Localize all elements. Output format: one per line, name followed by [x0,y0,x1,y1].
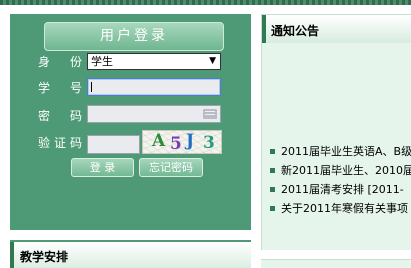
student-id-label: 学 号 [38,81,82,95]
notice-item[interactable]: 2011届清考安排 [2011- [269,180,411,199]
notice-item[interactable]: 关于2011年寒假有关事项 [269,199,411,218]
captcha-char: A [152,131,166,151]
virtual-keyboard-icon[interactable] [203,109,217,119]
captcha-input[interactable] [87,135,140,154]
teaching-arrangement-title: 教学安排 [20,250,69,264]
bullet-icon [270,168,275,173]
identity-select[interactable]: 学生 ▼ [87,53,221,70]
section-marker [10,242,14,268]
captcha-char: J [186,131,195,151]
captcha-label: 验证码 [38,136,82,150]
notice-item[interactable]: 2011届毕业生英语A、B级 [269,142,411,161]
notice-header: 通知公告 [262,15,411,43]
login-panel-title: 用户登录 [44,22,224,51]
student-id-input[interactable] [87,78,221,96]
captcha-char: 5 [170,134,182,154]
dropdown-arrow-icon[interactable]: ▼ [209,54,216,69]
login-button[interactable]: 登 录 [71,158,134,177]
teaching-arrangement-panel: 教学安排 [10,240,251,268]
notice-item[interactable]: 新2011届毕业生、2010届 [269,161,411,180]
password-label: 密 码 [38,109,82,123]
top-decorative-strip [0,0,411,5]
bullet-icon [270,149,275,154]
notice-panel: 通知公告 2011届毕业生英语A、B级 新2011届毕业生、2010届 2011… [261,14,411,250]
captcha-image[interactable]: A 5 J 3 [142,130,222,154]
password-input[interactable] [87,105,221,123]
notice-list: 2011届毕业生英语A、B级 新2011届毕业生、2010届 2011届清考安排… [269,142,411,218]
bullet-icon [270,187,275,192]
notice-item-text[interactable]: 2011届毕业生英语A、B级 [281,145,411,158]
identity-label: 身 份 [38,55,82,69]
login-panel: 用户登录 身 份 学生 ▼ 学 号 密 码 验证码 A 5 J 3 登 录 忘记… [10,14,251,230]
secondary-panel-edge [261,259,411,268]
bullet-icon [270,206,275,211]
captcha-char: 3 [203,133,215,153]
identity-select-value: 学生 [91,55,113,68]
notice-title: 通知公告 [271,24,320,38]
forgot-password-button[interactable]: 忘记密码 [139,158,203,177]
notice-item-text[interactable]: 2011届清考安排 [2011- [281,183,404,196]
section-marker [262,15,266,43]
notice-item-text[interactable]: 新2011届毕业生、2010届 [281,164,411,177]
notice-item-text[interactable]: 关于2011年寒假有关事项 [281,202,408,215]
